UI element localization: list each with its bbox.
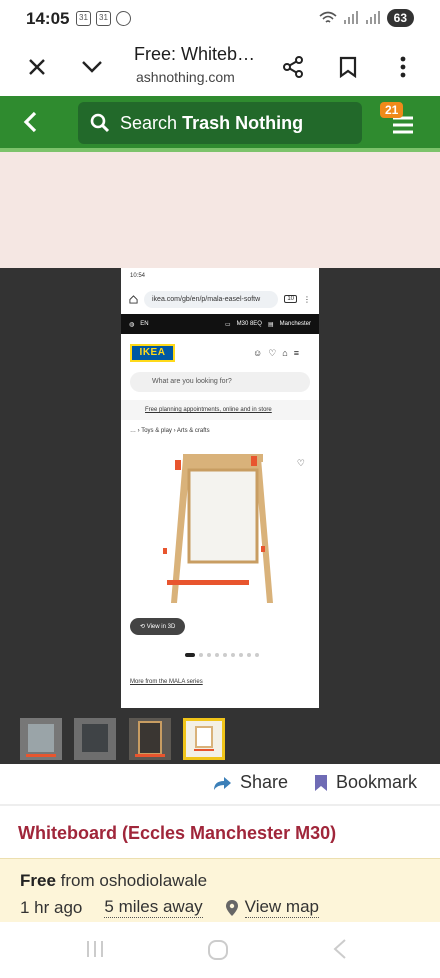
back-icon[interactable] xyxy=(14,106,46,138)
view-map-link[interactable]: View map xyxy=(225,897,319,918)
bookmark-label: Bookmark xyxy=(336,772,418,792)
share-icon[interactable] xyxy=(276,50,310,84)
whatsapp-icon xyxy=(116,11,131,26)
map-pin-icon xyxy=(225,899,238,916)
listing-photo[interactable]: 10:54 ikea.com/gb/en/p/mala-easel-softw … xyxy=(121,268,319,708)
home-icon xyxy=(129,294,138,304)
photo-url-bar: ikea.com/gb/en/p/mala-easel-softw 10 ⋮ xyxy=(121,284,319,314)
store-icon: ▤ xyxy=(267,321,274,328)
photo-header-icons: ☺♡⌂≡ xyxy=(253,348,305,358)
banner-area xyxy=(0,152,440,268)
signal-icon xyxy=(365,11,380,24)
photo-url: ikea.com/gb/en/p/mala-easel-softw xyxy=(144,290,279,308)
share-label: Share xyxy=(240,772,289,792)
photo-store: Manchester xyxy=(279,321,311,327)
carousel-dots xyxy=(185,653,259,657)
calendar-icon: 31 xyxy=(96,11,111,26)
photo-status-time: 10:54 xyxy=(130,273,146,279)
photo-search: What are you looking for? xyxy=(130,372,310,392)
photo-promo: Free planning appointments, online and i… xyxy=(121,400,319,420)
search-placeholder: Search Trash Nothing xyxy=(120,112,304,133)
bookmark-button[interactable]: Bookmark xyxy=(314,772,417,793)
view-3d-button: ⟲ View in 3D xyxy=(130,618,186,635)
ikea-logo: IKEA xyxy=(130,344,175,362)
globe-icon: ◍ xyxy=(129,321,135,328)
photo-top-strip: ◍ EN ▭ M30 8EQ ▤ Manchester xyxy=(121,314,319,334)
share-arrow-icon xyxy=(214,776,231,790)
divider xyxy=(0,804,440,806)
system-nav-bar xyxy=(0,922,440,978)
battery-indicator: 63 xyxy=(386,9,414,27)
time-ago: 1 hr ago xyxy=(20,897,83,917)
bookmark-icon xyxy=(315,774,327,791)
search-icon xyxy=(90,113,110,133)
home-button-icon[interactable] xyxy=(206,938,232,964)
thumbnail-selected[interactable] xyxy=(183,718,225,760)
thumbnail[interactable] xyxy=(20,718,62,760)
close-icon[interactable] xyxy=(20,50,54,84)
bookmark-icon[interactable] xyxy=(331,50,365,84)
page-url[interactable]: ashnothing.com xyxy=(136,69,235,85)
truck-icon: ▭ xyxy=(224,321,231,328)
thumbnail[interactable] xyxy=(74,718,116,760)
offer-from[interactable]: from oshodiolawale xyxy=(61,871,207,890)
calendar-icon: 31 xyxy=(76,11,91,26)
photo-gallery: 10:54 ikea.com/gb/en/p/mala-easel-softw … xyxy=(0,268,440,712)
photo-postcode: M30 8EQ xyxy=(236,321,262,327)
thumbnail-strip xyxy=(0,712,440,764)
photo-breadcrumb: … › Toys & play › Arts & crafts xyxy=(130,428,210,434)
thumbnail[interactable] xyxy=(129,718,171,760)
offer-type: Free xyxy=(20,871,56,890)
item-meta-line: 1 hr ago 5 miles away View map xyxy=(20,897,319,918)
share-button[interactable]: Share xyxy=(212,772,288,793)
page-title[interactable]: Free: Whiteb… xyxy=(134,44,255,65)
easel-image xyxy=(163,454,273,603)
item-info-box: Free from oshodiolawale 1 hr ago 5 miles… xyxy=(0,858,440,922)
item-title: Whiteboard (Eccles Manchester M30) xyxy=(18,823,337,843)
heart-icon: ♡ xyxy=(296,458,305,468)
action-row: Share Bookmark xyxy=(0,764,440,804)
notification-badge: 21 xyxy=(380,102,404,118)
status-time: 14:05 xyxy=(26,9,70,28)
browser-toolbar: Free: Whiteb… ashnothing.com xyxy=(0,38,440,96)
search-bar[interactable]: Search Trash Nothing xyxy=(78,102,362,144)
wifi-icon xyxy=(319,11,337,23)
item-offer-line: Free from oshodiolawale xyxy=(20,871,207,891)
more-vert-icon[interactable] xyxy=(386,50,420,84)
photo-lang: EN xyxy=(140,321,149,327)
back-nav-icon[interactable] xyxy=(332,938,358,964)
status-bar: 14:05 31 31 63 xyxy=(0,0,440,38)
photo-series-link: More from the MALA series xyxy=(130,679,203,685)
recent-apps-icon[interactable] xyxy=(84,938,110,964)
tab-count: 10 xyxy=(284,295,297,303)
chevron-down-icon[interactable] xyxy=(75,50,109,84)
distance-link[interactable]: 5 miles away xyxy=(104,897,203,918)
more-vert-icon: ⋮ xyxy=(303,294,311,304)
app-header: Search Trash Nothing 21 xyxy=(0,96,440,152)
signal-icon xyxy=(343,11,358,24)
view-map-label: View map xyxy=(244,897,319,918)
